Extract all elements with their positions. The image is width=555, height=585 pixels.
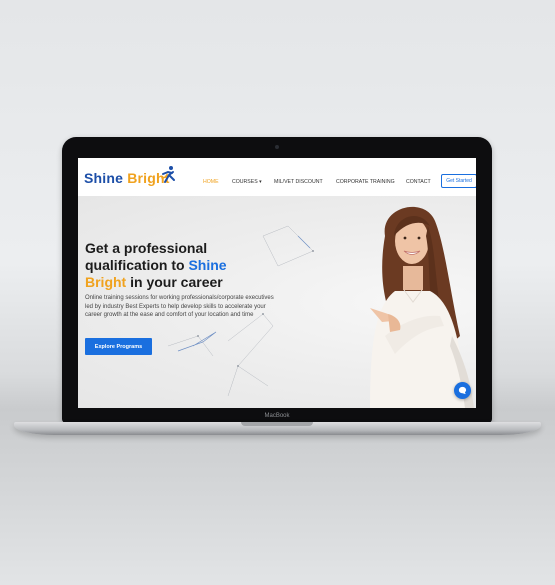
chat-bubble-icon[interactable] bbox=[454, 382, 471, 399]
nav-item-courses[interactable]: COURSES ▾ bbox=[232, 179, 262, 185]
nav-item-mil-vet-discount[interactable]: MIL/VET DISCOUNT bbox=[274, 179, 323, 185]
site-logo[interactable]: Shine Bright bbox=[84, 170, 170, 186]
laptop-notch bbox=[241, 422, 313, 426]
hero-headline: Get a professional qualification to Shin… bbox=[85, 240, 285, 291]
running-figure-icon bbox=[161, 166, 175, 183]
laptop-lid: Shine Bright HOME COURSES ▾ MIL/VET DISC… bbox=[62, 137, 492, 423]
headline-highlight-shine: Shine bbox=[188, 257, 227, 273]
laptop-brand-label: MacBook bbox=[264, 413, 290, 419]
site-navbar: Shine Bright HOME COURSES ▾ MIL/VET DISC… bbox=[78, 158, 476, 197]
headline-highlight-bright: Bright bbox=[85, 274, 127, 290]
laptop-screen: Shine Bright HOME COURSES ▾ MIL/VET DISC… bbox=[78, 158, 476, 408]
explore-programs-button[interactable]: Explore Programs bbox=[85, 338, 152, 355]
headline-part-2: in your career bbox=[126, 274, 223, 290]
logo-word-shine: Shine bbox=[84, 170, 124, 186]
hero-description: Online training sessions for working pro… bbox=[85, 295, 274, 318]
nav-item-contact[interactable]: CONTACT bbox=[406, 179, 431, 185]
laptop-base bbox=[14, 422, 541, 435]
hero-woman-photo bbox=[370, 206, 474, 408]
camera-icon bbox=[275, 145, 279, 149]
nav-item-corporate-training[interactable]: CORPORATE TRAINING bbox=[336, 179, 395, 185]
nav-item-home[interactable]: HOME bbox=[203, 179, 219, 185]
chat-glyph-icon bbox=[458, 386, 467, 395]
get-started-button[interactable]: Get Started bbox=[441, 174, 476, 188]
hero-section: Get a professional qualification to Shin… bbox=[78, 196, 476, 408]
